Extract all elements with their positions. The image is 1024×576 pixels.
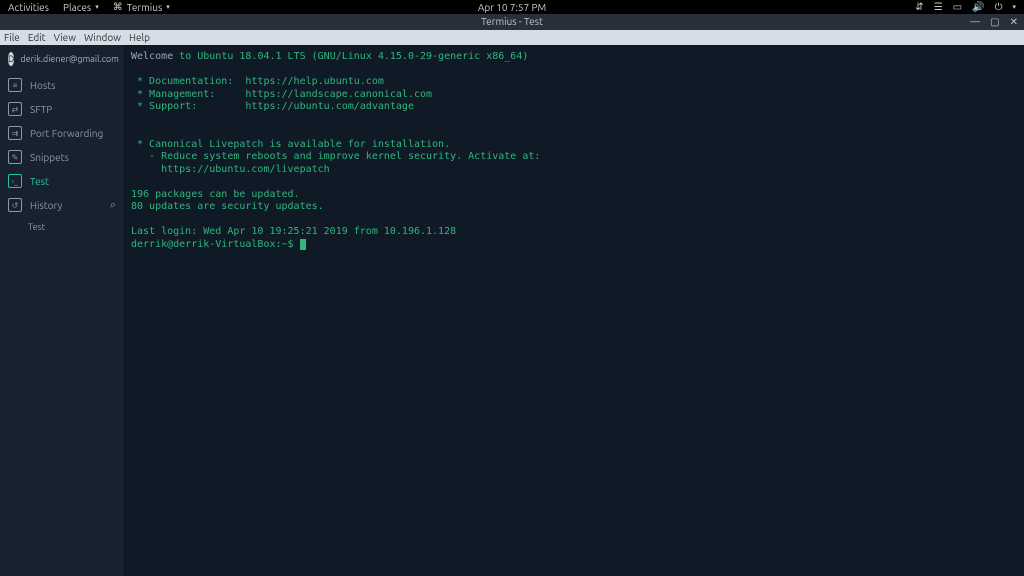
sftp-icon: ⇄	[8, 102, 22, 116]
places-label: Places	[63, 2, 91, 13]
sidebar-item-history[interactable]: ↺ History ⌕	[0, 193, 124, 217]
terminal-text: to Ubuntu 18.04.1 LTS (GNU/Linux 4.15.0-…	[173, 51, 528, 62]
account-email: derik.diener@gmail.com	[20, 54, 119, 64]
chevron-down-icon: ▾	[95, 3, 99, 11]
indicator-icon[interactable]: ☰	[934, 1, 943, 13]
clock[interactable]: Apr 10 7:57 PM	[478, 2, 546, 13]
app-menu[interactable]: ⌘ Termius ▾	[113, 1, 170, 13]
sidebar-item-label: Test	[30, 176, 49, 187]
sidebar-item-portforwarding[interactable]: ⇉ Port Forwarding	[0, 121, 124, 145]
terminal-text: https://ubuntu.com/livepatch	[131, 164, 330, 175]
sidebar-item-label: Hosts	[30, 80, 55, 91]
power-icon[interactable]: ⏻	[995, 1, 1003, 13]
menu-help[interactable]: Help	[129, 32, 150, 43]
sidebar-item-snippets[interactable]: ✎ Snippets	[0, 145, 124, 169]
sidebar-item-label: SFTP	[30, 104, 52, 115]
terminal-text: - Reduce system reboots and improve kern…	[131, 151, 540, 162]
sidebar-item-label: History	[30, 200, 62, 211]
terminal-icon: ›_	[8, 174, 22, 188]
window-minimize-button[interactable]: —	[970, 14, 980, 30]
volume-icon[interactable]: 🔊	[972, 1, 984, 13]
snippets-icon: ✎	[8, 150, 22, 164]
places-menu[interactable]: Places ▾	[63, 2, 99, 13]
system-menu-chevron-icon[interactable]: ▾	[1012, 3, 1016, 11]
window-close-button[interactable]: ✕	[1010, 14, 1018, 30]
window-title: Termius - Test	[481, 16, 543, 27]
desktop-topbar: Activities Places ▾ ⌘ Termius ▾ Apr 10 7…	[0, 0, 1024, 14]
search-icon[interactable]: ⌕	[110, 199, 116, 212]
cursor	[300, 239, 306, 250]
sidebar-item-label: Snippets	[30, 152, 69, 163]
terminal-text: * Support:	[131, 101, 245, 112]
terminal-text: Last login: Wed Apr 10 19:25:21 2019 fro…	[131, 226, 456, 237]
menu-edit[interactable]: Edit	[28, 32, 46, 43]
chevron-down-icon: ▾	[166, 3, 170, 11]
avatar: D	[8, 52, 14, 66]
dropbox-icon[interactable]: ⇵	[915, 1, 923, 13]
history-icon: ↺	[8, 198, 22, 212]
terminal-text: * Canonical Livepatch is available for i…	[131, 139, 450, 150]
terminal-text: https://landscape.canonical.com	[245, 89, 432, 100]
window-titlebar: Termius - Test — ▢ ✕	[0, 14, 1024, 30]
app-menu-label: Termius	[127, 2, 163, 13]
sidebar-item-hosts[interactable]: ≡ Hosts	[0, 73, 124, 97]
display-icon[interactable]: ▭	[953, 1, 962, 13]
terminal-text: https://help.ubuntu.com	[245, 76, 383, 87]
sidebar: D derik.diener@gmail.com ⌄ ≡ Hosts ⇄ SFT…	[0, 45, 125, 576]
window-maximize-button[interactable]: ▢	[990, 14, 999, 30]
activities-button[interactable]: Activities	[8, 2, 49, 13]
hosts-icon: ≡	[8, 78, 22, 92]
terminal-text: 80 updates are security updates.	[131, 201, 324, 212]
terminal-text: https://ubuntu.com/advantage	[245, 101, 414, 112]
terminal-prompt: derrik@derrik-VirtualBox:~$	[131, 239, 300, 250]
menu-view[interactable]: View	[54, 32, 76, 43]
sidebar-item-test[interactable]: ›_ Test	[0, 169, 124, 193]
account-menu[interactable]: D derik.diener@gmail.com ⌄	[0, 45, 124, 73]
menu-window[interactable]: Window	[84, 32, 121, 43]
terminal-text: 196 packages can be updated.	[131, 189, 300, 200]
terminal-text: * Management:	[131, 89, 245, 100]
port-forwarding-icon: ⇉	[8, 126, 22, 140]
app-menubar: File Edit View Window Help	[0, 30, 1024, 45]
sidebar-item-label: Port Forwarding	[30, 128, 103, 139]
menu-file[interactable]: File	[4, 32, 20, 43]
terminal-text: * Documentation:	[131, 76, 245, 87]
terminal-pane[interactable]: Welcome to Ubuntu 18.04.1 LTS (GNU/Linux…	[125, 45, 1024, 576]
history-item-test[interactable]: Test	[0, 217, 124, 237]
terminal-text: Welcome	[131, 51, 173, 62]
main-area: D derik.diener@gmail.com ⌄ ≡ Hosts ⇄ SFT…	[0, 45, 1024, 576]
app-menu-icon: ⌘	[113, 1, 123, 13]
sidebar-item-sftp[interactable]: ⇄ SFTP	[0, 97, 124, 121]
